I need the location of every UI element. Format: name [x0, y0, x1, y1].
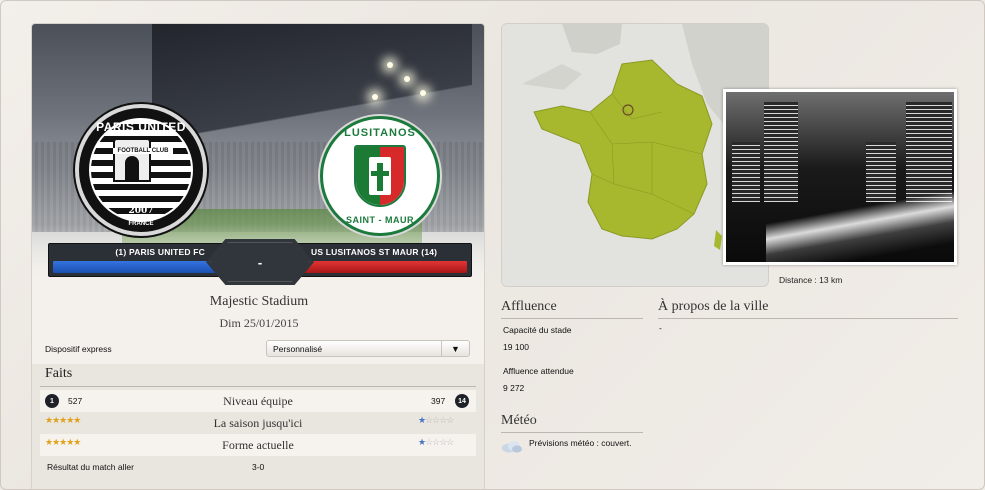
away-team-bar: US LUSITANOS ST MAUR (14) [296, 243, 472, 277]
away-team-name: US LUSITANOS ST MAUR (14) [311, 247, 438, 257]
home-level-value: 527 [68, 396, 83, 406]
city-photo [723, 89, 957, 265]
facts-row-saison: ★★★★★ La saison jusqu'ici ★☆☆☆☆ [40, 412, 476, 434]
cloud-icon [502, 441, 522, 453]
dispositif-selected-value: Personnalisé [273, 344, 323, 354]
capacity-value: 19 100 [503, 342, 529, 352]
capacity-label: Capacité du stade [503, 325, 572, 335]
home-rank-badge: 1 [45, 394, 59, 408]
home-team-bar: (1) PARIS UNITED FC [48, 243, 224, 277]
home-team-name: (1) PARIS UNITED FC [115, 247, 205, 257]
away-level-value: 397 [431, 396, 446, 406]
home-team-logo: PARIS UNITED FOOTBALL CLUB 2007 FRANCE [75, 104, 207, 236]
facts-row-label: Forme actuelle [222, 438, 294, 452]
about-city-title: À propos de la ville [658, 299, 769, 314]
match-card: PARIS UNITED FOOTBALL CLUB 2007 FRANCE L… [31, 23, 485, 489]
meteo-title: Météo [501, 413, 537, 428]
facts-row-label: Niveau équipe [223, 394, 293, 408]
expected-attendance-value: 9 272 [503, 383, 525, 393]
away-rank-badge: 14 [455, 394, 469, 408]
chevron-down-icon[interactable]: ▼ [441, 341, 469, 356]
away-season-stars: ★☆☆☆☆ [418, 415, 454, 425]
home-form-stars: ★★★★★ [45, 437, 81, 447]
facts-section: Faits 1 527 Niveau équipe 397 14 ★★★★★ L… [32, 364, 484, 489]
stadium-name: Majestic Stadium [209, 294, 309, 309]
facts-row-forme: ★★★★★ Forme actuelle ★☆☆☆☆ [40, 434, 476, 456]
facts-row-aller: Résultat du match aller 3-0 [40, 456, 476, 478]
weather-forecast: Prévisions météo : couvert. [529, 438, 632, 448]
dispositif-label: Dispositif express [45, 344, 112, 354]
match-preview-panel: PARIS UNITED FOOTBALL CLUB 2007 FRANCE L… [0, 0, 985, 490]
facts-title: Faits [45, 366, 73, 381]
facts-row-niveau: 1 527 Niveau équipe 397 14 [40, 390, 476, 412]
away-team-logo: LUSITANOS SAINT - MAUR [320, 116, 440, 236]
about-city-text: - [659, 323, 662, 333]
score-display: - [206, 239, 314, 285]
affluence-title: Affluence [501, 299, 557, 314]
dispositif-select[interactable]: Personnalisé ▼ [266, 340, 470, 357]
facts-row-label: La saison jusqu'ici [213, 416, 303, 430]
scoreboard: (1) PARIS UNITED FC US LUSITANOS ST MAUR… [48, 239, 472, 285]
first-leg-label: Résultat du match aller [47, 462, 134, 472]
match-date: Dim 25/01/2015 [219, 316, 299, 330]
expected-attendance-label: Affluence attendue [503, 366, 574, 376]
first-leg-score: 3-0 [252, 462, 265, 472]
home-season-stars: ★★★★★ [45, 415, 81, 425]
away-form-stars: ★☆☆☆☆ [418, 437, 454, 447]
city-distance: Distance : 13 km [779, 275, 843, 285]
